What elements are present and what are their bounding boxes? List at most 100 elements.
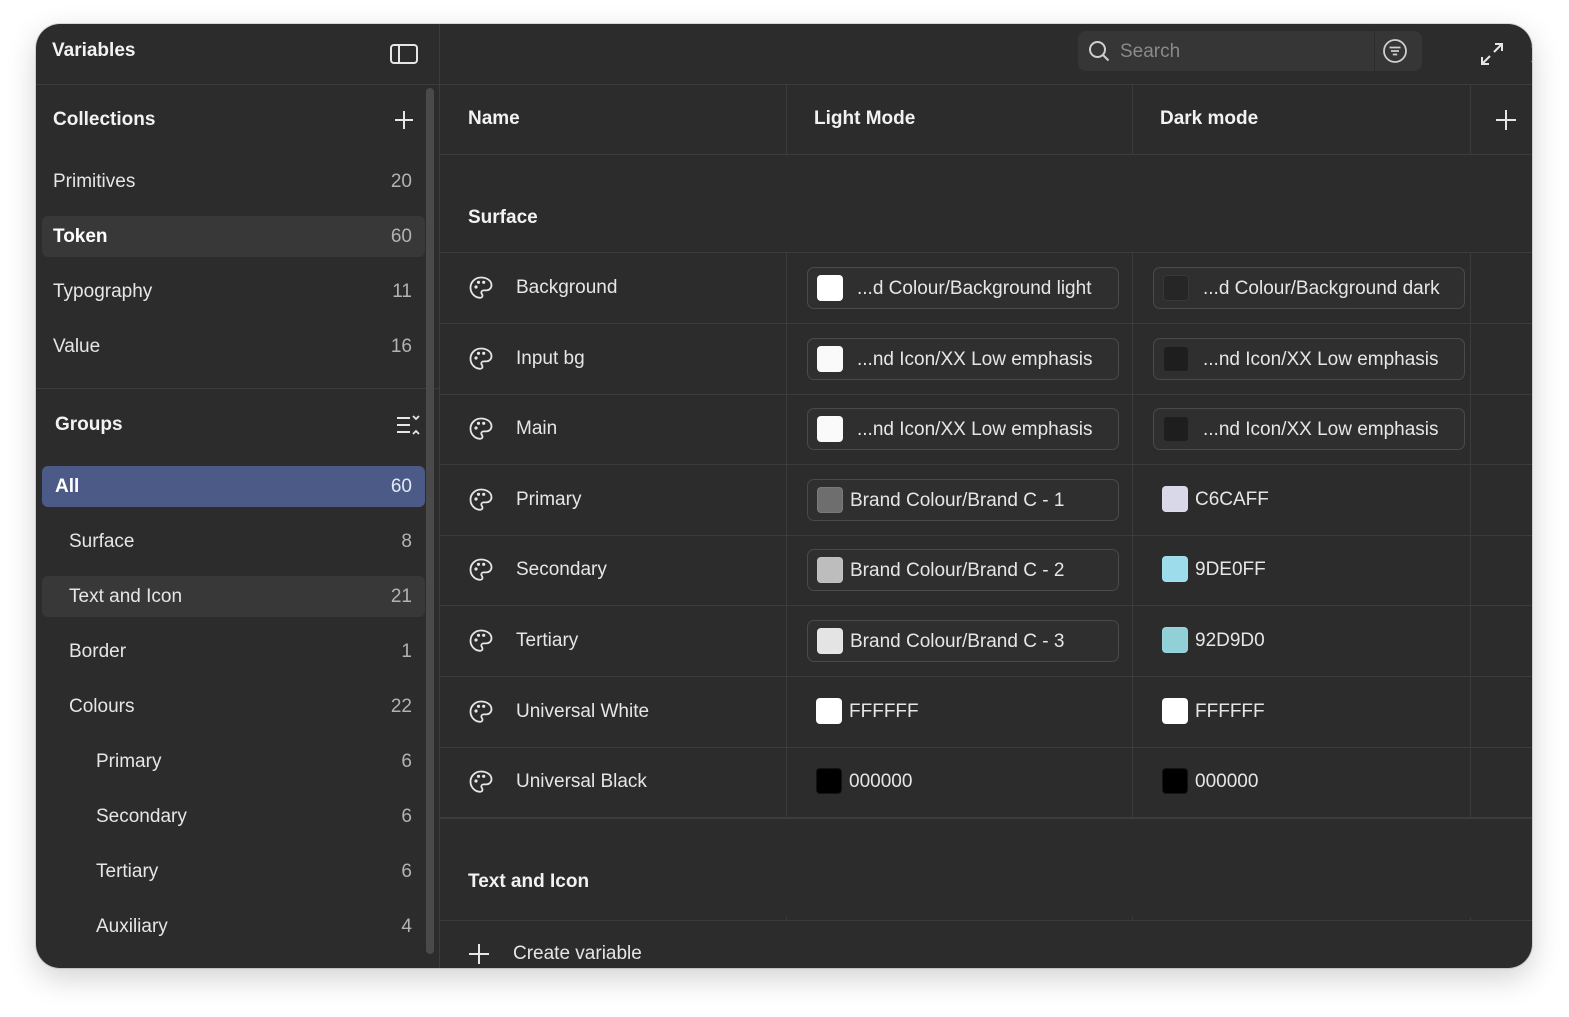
add-mode-button[interactable] xyxy=(1490,104,1522,136)
variable-name[interactable]: Secondary xyxy=(516,559,607,581)
collection-item-primitives[interactable]: Primitives 20 xyxy=(42,161,425,202)
color-swatch xyxy=(1163,416,1189,443)
group-header-text-and-icon: Text and Icon xyxy=(440,818,1532,917)
group-header-surface: Surface xyxy=(440,155,1532,253)
variable-name[interactable]: Primary xyxy=(516,489,581,511)
color-swatch xyxy=(1163,345,1189,372)
group-item-all[interactable]: All 60 xyxy=(42,466,425,507)
group-item-border[interactable]: Border 1 xyxy=(42,631,425,672)
collection-item-token[interactable]: Token 60 xyxy=(42,216,425,257)
expand-icon[interactable] xyxy=(1476,38,1508,70)
collection-item-value[interactable]: Value 16 xyxy=(42,326,425,367)
group-item-tertiary[interactable]: Tertiary 6 xyxy=(42,851,425,892)
group-item-secondary[interactable]: Secondary 6 xyxy=(42,796,425,837)
palette-icon xyxy=(468,628,494,654)
column-header-name[interactable]: Name xyxy=(468,108,520,130)
close-icon[interactable] xyxy=(1524,38,1532,70)
light-mode-value[interactable]: Brand Colour/Brand C - 3 xyxy=(807,620,1119,662)
table-row[interactable]: Universal White FFFFFF FFFFFF xyxy=(440,677,1532,748)
light-mode-value[interactable]: Brand Colour/Brand C - 1 xyxy=(807,478,1119,521)
collection-count: 11 xyxy=(392,281,412,302)
search-input[interactable] xyxy=(1118,31,1372,73)
group-label: Secondary xyxy=(96,806,187,827)
table-row[interactable]: Tertiary Brand Colour/Brand C - 3 92D9D0 xyxy=(440,606,1532,677)
light-mode-value[interactable]: ...nd Icon/XX Low emphasis xyxy=(807,337,1119,380)
add-collection-button[interactable] xyxy=(388,104,420,136)
group-count: 4 xyxy=(401,916,412,937)
column-header-light-mode[interactable]: Light Mode xyxy=(814,108,915,130)
sidebar-scrollbar[interactable] xyxy=(426,88,434,954)
search-box xyxy=(1078,31,1422,73)
collection-label: Value xyxy=(53,336,101,357)
sidebar-divider xyxy=(36,388,439,389)
variable-name[interactable]: Main xyxy=(516,418,557,440)
dark-mode-value[interactable]: 000000 xyxy=(1153,761,1353,801)
group-count: 22 xyxy=(390,696,412,717)
dark-mode-value[interactable]: C6CAFF xyxy=(1153,479,1353,519)
light-mode-value[interactable]: Brand Colour/Brand C - 2 xyxy=(807,549,1119,592)
table-row[interactable]: Main ...nd Icon/XX Low emphasis ...nd Icon… xyxy=(440,394,1532,466)
variable-name[interactable]: Universal White xyxy=(516,701,649,723)
color-swatch xyxy=(817,275,843,301)
variable-name[interactable]: Input bg xyxy=(516,348,585,370)
dark-mode-value-text: 000000 xyxy=(1195,771,1259,793)
table-row[interactable]: Universal Black 000000 000000 xyxy=(440,747,1532,819)
group-count: 6 xyxy=(401,751,412,772)
collections-heading: Collections xyxy=(53,109,156,130)
variable-name[interactable]: Tertiary xyxy=(516,630,578,652)
dark-mode-value[interactable]: 9DE0FF xyxy=(1153,549,1353,589)
filter-icon[interactable] xyxy=(1380,36,1410,66)
group-item-text-and-icon[interactable]: Text and Icon 21 xyxy=(42,576,425,617)
dark-mode-value[interactable]: ...d Colour/Background dark xyxy=(1153,267,1465,309)
dark-mode-value[interactable]: ...nd Icon/XX Low emphasis xyxy=(1153,408,1465,451)
table-row[interactable]: Primary Brand Colour/Brand C - 1 C6CAFF xyxy=(440,465,1532,536)
create-variable-button[interactable]: Create variable xyxy=(440,920,1532,968)
group-label: Text and Icon xyxy=(69,586,183,607)
collection-label: Token xyxy=(53,226,108,247)
group-label: Border xyxy=(69,641,127,662)
table-row[interactable]: Input bg ...nd Icon/XX Low emphasis ...nd … xyxy=(440,324,1532,395)
color-swatch xyxy=(1162,485,1188,512)
light-mode-value[interactable]: ...d Colour/Background light xyxy=(807,267,1119,309)
group-label: All xyxy=(55,476,80,497)
light-mode-value[interactable]: FFFFFF xyxy=(807,691,1007,731)
toolbar xyxy=(440,24,1532,85)
column-header-row: Name Light Mode Dark mode xyxy=(440,84,1532,155)
light-mode-value-text: ...d Colour/Background light xyxy=(857,278,1092,299)
collapse-groups-icon[interactable] xyxy=(392,409,424,441)
group-count: 6 xyxy=(401,861,412,882)
group-item-surface[interactable]: Surface 8 xyxy=(42,521,425,562)
group-item-colours[interactable]: Colours 22 xyxy=(42,686,425,727)
dark-mode-value[interactable]: FFFFFF xyxy=(1153,691,1353,731)
light-mode-value-text: ...nd Icon/XX Low emphasis xyxy=(857,348,1093,370)
table-row[interactable]: Background ...d Colour/Background light..… xyxy=(440,253,1532,324)
panel-toggle-icon[interactable] xyxy=(388,38,420,70)
light-mode-value[interactable]: 000000 xyxy=(807,761,1007,801)
palette-icon xyxy=(468,487,494,513)
variable-name[interactable]: Universal Black xyxy=(516,771,647,793)
group-item-primary[interactable]: Primary 6 xyxy=(42,741,425,782)
light-mode-value[interactable]: ...nd Icon/XX Low emphasis xyxy=(807,408,1119,451)
variable-name[interactable]: Background xyxy=(516,277,617,299)
collection-label: Typography xyxy=(53,281,153,302)
palette-icon xyxy=(468,346,494,372)
dark-mode-value-text: FFFFFF xyxy=(1195,700,1265,722)
column-header-dark-mode[interactable]: Dark mode xyxy=(1160,108,1258,130)
collection-count: 20 xyxy=(390,171,412,192)
collection-item-typography[interactable]: Typography 11 xyxy=(42,271,425,312)
group-title: Text and Icon xyxy=(468,871,590,892)
dark-mode-value[interactable]: 92D9D0 xyxy=(1153,620,1353,660)
palette-icon xyxy=(468,769,494,795)
plus-icon xyxy=(466,941,492,967)
color-swatch xyxy=(1162,768,1188,795)
dark-mode-value-text: 92D9D0 xyxy=(1195,630,1265,651)
table-row[interactable]: Secondary Brand Colour/Brand C - 2 9DE0FF xyxy=(440,535,1532,607)
color-swatch xyxy=(817,486,843,513)
dark-mode-value[interactable]: ...nd Icon/XX Low emphasis xyxy=(1153,337,1465,380)
group-count: 6 xyxy=(401,806,412,827)
light-mode-value-text: FFFFFF xyxy=(849,700,919,722)
group-item-auxiliary[interactable]: Auxiliary 4 xyxy=(42,906,425,947)
sidebar-header: Variables xyxy=(36,24,439,85)
group-label: Primary xyxy=(96,751,162,772)
dark-mode-value-text: C6CAFF xyxy=(1195,488,1269,510)
